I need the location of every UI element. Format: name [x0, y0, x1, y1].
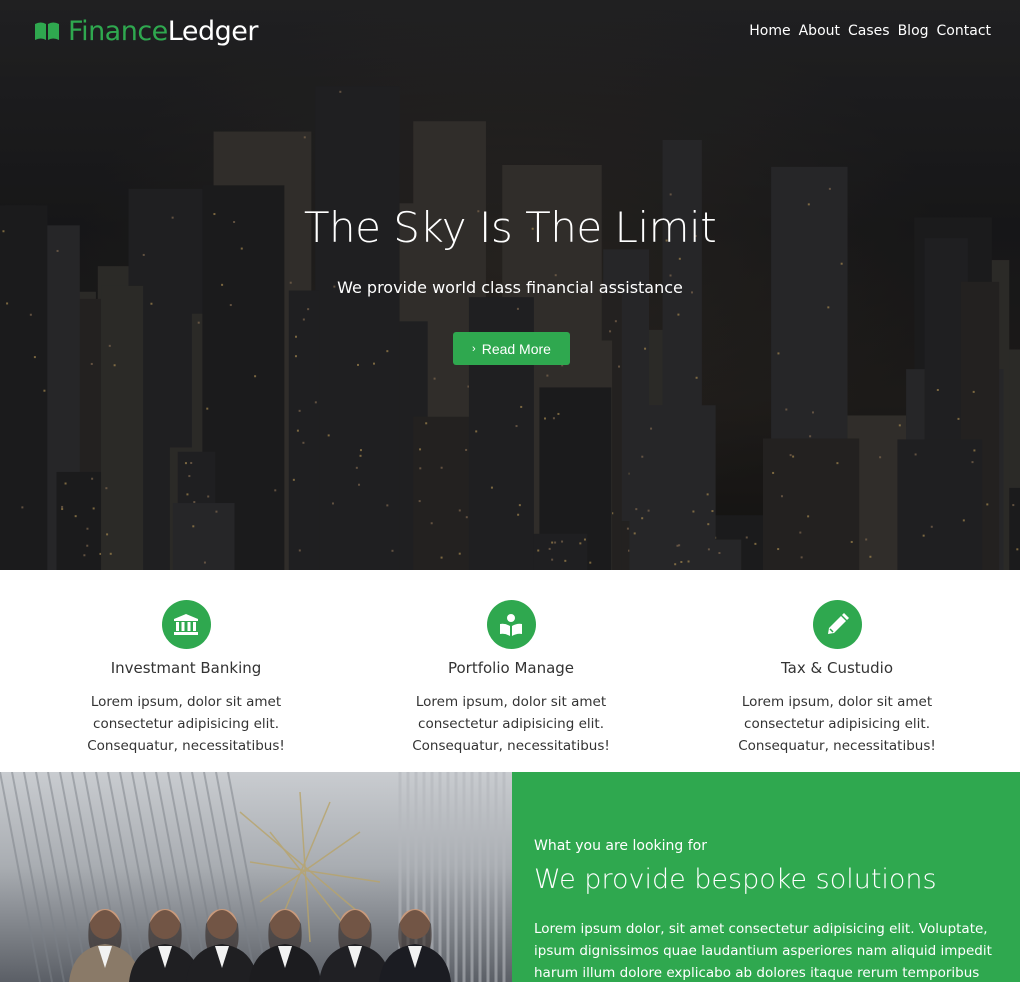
solutions-eyebrow: What you are looking for [534, 838, 707, 854]
nav-about[interactable]: About [799, 23, 840, 39]
feature-tax-custudio: Tax & Custudio Lorem ipsum, dolor sit am… [687, 600, 987, 757]
hero-title: The Sky Is The Limit [303, 203, 717, 252]
brand-logo[interactable]: Finance Ledger [34, 16, 258, 47]
chevron-right-icon: › [472, 342, 476, 355]
book-reader-icon [486, 600, 536, 649]
feature-text: Lorem ipsum, dolor sit amet consectetur … [87, 694, 285, 754]
feature-title: Tax & Custudio [780, 659, 894, 677]
features-section: Investmant Banking Lorem ipsum, dolor si… [0, 570, 1020, 772]
team-photo [0, 772, 512, 982]
solutions-section: What you are looking for We provide besp… [0, 772, 1020, 982]
pencil-icon [812, 600, 862, 649]
solutions-panel: What you are looking for We provide besp… [512, 772, 1020, 982]
feature-text: Lorem ipsum, dolor sit amet consectetur … [412, 694, 610, 754]
hero-subtitle: We provide world class financial assista… [337, 278, 683, 297]
navbar: Finance Ledger Home About Cases Blog Cont… [0, 0, 1020, 64]
nav-links: Home About Cases Blog Contact [749, 23, 991, 39]
feature-title: Investmant Banking [110, 659, 262, 677]
feature-portfolio-manage: Portfolio Manage Lorem ipsum, dolor sit … [361, 600, 661, 757]
nav-contact[interactable]: Contact [937, 23, 991, 39]
solutions-text: Lorem ipsum dolor, sit amet consectetur … [534, 921, 992, 981]
feature-investment-banking: Investmant Banking Lorem ipsum, dolor si… [36, 600, 336, 757]
nav-home[interactable]: Home [749, 23, 790, 39]
solutions-title: We provide bespoke solutions [534, 864, 937, 895]
read-more-label: Read More [481, 340, 551, 357]
hero-section: Finance Ledger Home About Cases Blog Cont… [0, 0, 1020, 570]
brand-name-finance: Finance [68, 16, 168, 47]
feature-title: Portfolio Manage [447, 659, 575, 677]
nav-cases[interactable]: Cases [848, 23, 890, 39]
read-more-button[interactable]: › Read More [453, 332, 570, 365]
nav-blog[interactable]: Blog [898, 23, 929, 39]
brand-name-ledger: Ledger [167, 16, 259, 47]
open-book-icon [35, 22, 59, 40]
bank-icon [161, 600, 211, 649]
feature-text: Lorem ipsum, dolor sit amet consectetur … [738, 694, 936, 754]
